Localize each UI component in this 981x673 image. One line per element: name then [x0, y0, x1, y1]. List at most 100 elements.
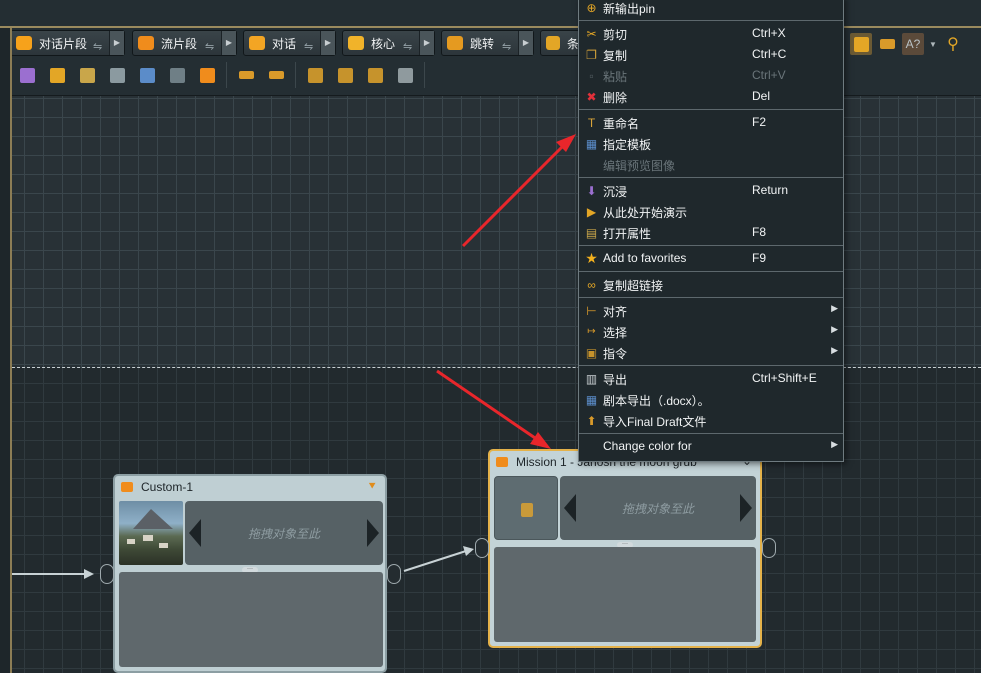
flow-fragment-button[interactable]: 流片段 ⇋ ▶ [132, 30, 237, 56]
menu-item-shortcut: F9 [752, 251, 767, 265]
dropdown-arrow-icon[interactable]: ▶ [518, 31, 533, 55]
menu-item-immerse[interactable]: ⬇ 沉浸 Return [579, 180, 843, 201]
properties-icon[interactable] [76, 64, 98, 86]
stack-icon[interactable] [304, 64, 326, 86]
menu-item-rename[interactable]: T 重命名 F2 [579, 112, 843, 133]
flow-fragment-icon [138, 36, 154, 50]
copy-icon: ❐ [586, 47, 597, 62]
connector-icon: ⇋ [205, 41, 215, 53]
immerse-icon[interactable] [16, 64, 38, 86]
drop-target[interactable]: 拖拽对象至此 [185, 501, 383, 565]
drop-hint: 拖拽对象至此 [621, 501, 694, 516]
hub-icon [348, 36, 364, 50]
align-right-icon[interactable] [265, 64, 287, 86]
menu-item-delete[interactable]: ✖ 删除 Del [579, 86, 843, 107]
dialogue-fragment-icon [16, 36, 32, 50]
menu-item-change-color[interactable]: Change color for ▶ [579, 436, 843, 457]
copy-stack-icon[interactable] [394, 64, 416, 86]
menu-item-select[interactable]: ↦ 选择 ▶ [579, 321, 843, 342]
menu-item-label: 导入Final Draft文件 [603, 415, 707, 429]
prev-arrow-icon[interactable] [564, 494, 576, 522]
next-arrow-icon[interactable] [367, 519, 379, 547]
toolbar-separator [424, 62, 425, 88]
menu-item-align[interactable]: ⊢ 对齐 ▶ [579, 300, 843, 321]
delete-icon: ✖ [586, 89, 597, 104]
dropdown-arrow-icon[interactable]: ▶ [109, 31, 124, 55]
export-icon: ▥ [585, 371, 598, 386]
input-pin[interactable] [100, 564, 114, 584]
align-left-icon[interactable] [235, 64, 257, 86]
menu-item-paste[interactable]: ▫ 粘贴 Ctrl+V [579, 65, 843, 86]
menu-item-label: 剧本导出（.docx）。 [603, 394, 710, 408]
prev-arrow-icon[interactable] [189, 519, 201, 547]
move-up-icon[interactable] [334, 64, 356, 86]
toolbar-separator [295, 62, 296, 88]
house-shape [159, 543, 168, 548]
output-pin[interactable] [762, 538, 776, 558]
zoom-icon[interactable]: ⚲ [942, 33, 964, 55]
dropdown-arrow-icon[interactable]: ▶ [419, 31, 434, 55]
menu-item-label: 编辑预览图像 [603, 159, 676, 173]
flow-node-custom[interactable]: Custom-1 ⯆ 拖拽对象至此 ··· [113, 474, 387, 673]
menu-item-label: 剪切 [603, 28, 628, 42]
play-from-here-icon[interactable] [46, 64, 68, 86]
spellcheck-icon[interactable]: A? [902, 33, 924, 55]
star-icon: ★ [585, 250, 598, 266]
drop-target[interactable]: 拖拽对象至此 [560, 476, 756, 540]
node-header: Custom-1 ⯆ [115, 476, 385, 498]
node-body[interactable] [119, 572, 383, 667]
template-icon[interactable] [136, 64, 158, 86]
jump-button[interactable]: 跳转 ⇋ ▶ [441, 30, 534, 56]
menu-item-export[interactable]: ▥ 导出 Ctrl+Shift+E [579, 368, 843, 389]
dialogue-fragment-button[interactable]: 对话片段 ⇋ ▶ [10, 30, 125, 56]
script-export-icon: ▦ [585, 392, 598, 407]
menu-item-command[interactable]: ▣ 指令 ▶ [579, 342, 843, 363]
menu-item-open-properties[interactable]: ▤ 打开属性 F8 [579, 222, 843, 243]
next-arrow-icon[interactable] [740, 494, 752, 522]
connector-icon: ⇋ [93, 41, 103, 53]
node-body[interactable] [494, 547, 756, 642]
menu-separator [579, 365, 843, 366]
menu-item-label: Add to favorites [603, 251, 687, 265]
input-pin[interactable] [475, 538, 489, 558]
graph-icon[interactable] [876, 33, 898, 55]
menu-item-copy[interactable]: ❐ 复制 Ctrl+C [579, 44, 843, 65]
move-down-icon[interactable] [364, 64, 386, 86]
submenu-arrow-icon: ▶ [831, 345, 838, 355]
menu-item-add-to-favorites[interactable]: ★ Add to favorites F9 [579, 248, 843, 269]
chevron-down-icon[interactable]: ▼ [928, 33, 938, 55]
menu-item-shortcut: F8 [752, 225, 767, 239]
dialogue-button[interactable]: 对话 ⇋ ▶ [243, 30, 336, 56]
forward-icon[interactable] [196, 64, 218, 86]
context-menu: ⊕ 新输出pin ✂ 剪切 Ctrl+X ❐ 复制 Ctrl+C ▫ 粘贴 Ct… [578, 0, 844, 462]
menu-separator [579, 297, 843, 298]
preview-slot[interactable] [494, 476, 558, 540]
menu-item-edit-preview-image[interactable]: 编辑预览图像 [579, 154, 843, 175]
output-pin[interactable] [387, 564, 401, 584]
menu-item-import-final-draft[interactable]: ⬆ 导入Final Draft文件 [579, 410, 843, 431]
menu-item-present-from-here[interactable]: ▶ 从此处开始演示 [579, 201, 843, 222]
menu-item-copy-hyperlink[interactable]: ∞ 复制超链接 [579, 274, 843, 295]
jump-label: 跳转 [470, 36, 495, 51]
menu-item-assign-template[interactable]: ▦ 指定模板 [579, 133, 843, 154]
mountain-shape [133, 509, 173, 529]
structure-icon[interactable] [166, 64, 188, 86]
collapse-icon[interactable]: ⯆ [367, 479, 377, 494]
dropdown-arrow-icon[interactable]: ▶ [320, 31, 335, 55]
flow-node-mission[interactable]: Mission 1 - Janosh the moon grub ⌄ 拖拽对象至… [488, 449, 762, 648]
menu-item-shortcut: Ctrl+Shift+E [752, 371, 817, 385]
menu-item-new-output-pin[interactable]: ⊕ 新输出pin [579, 0, 843, 18]
condition-button[interactable]: 条 [540, 30, 580, 56]
menu-item-label: 沉浸 [603, 185, 628, 199]
bucket-icon[interactable] [106, 64, 128, 86]
annotation-arrow-upper [461, 145, 564, 248]
dropdown-arrow-icon[interactable]: ▶ [221, 31, 236, 55]
hub-button[interactable]: 核心 ⇋ ▶ [342, 30, 435, 56]
menu-item-label: 打开属性 [603, 227, 652, 241]
node-view-icon[interactable] [850, 33, 872, 55]
menu-item-cut[interactable]: ✂ 剪切 Ctrl+X [579, 23, 843, 44]
menu-item-label: 对齐 [603, 305, 628, 319]
menu-item-script-export[interactable]: ▦ 剧本导出（.docx）。 [579, 389, 843, 410]
hub-label: 核心 [371, 36, 396, 51]
menu-separator [579, 433, 843, 434]
